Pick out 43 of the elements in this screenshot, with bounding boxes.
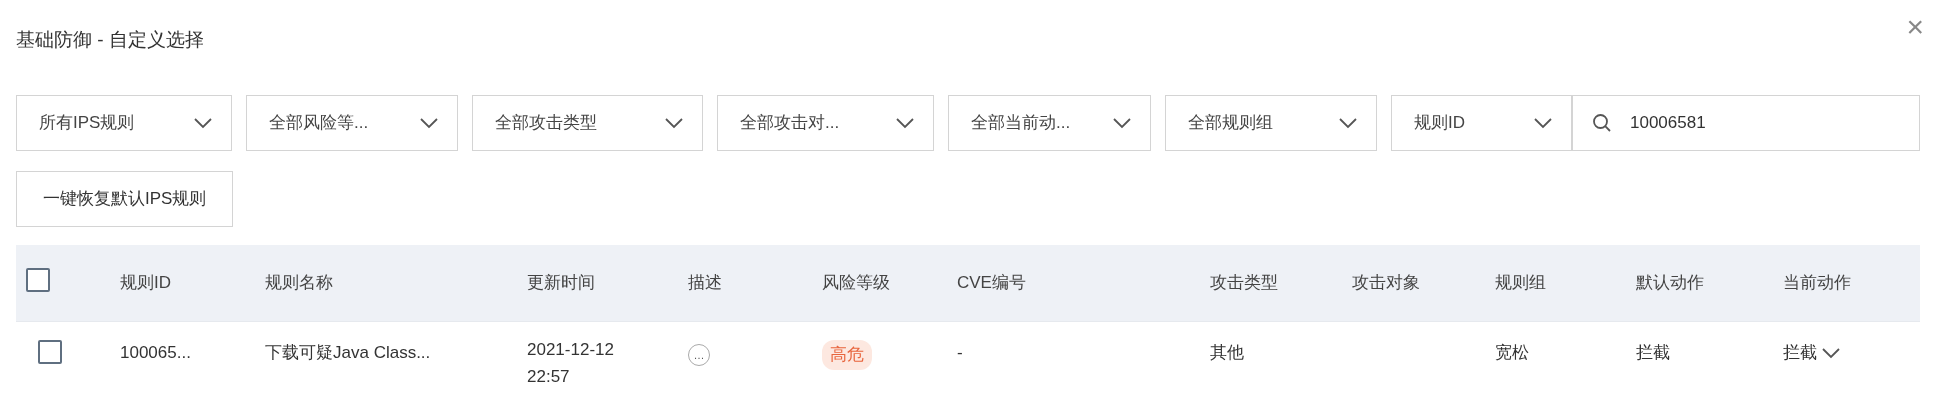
- filter-dropdown[interactable]: 全部规则组: [1165, 94, 1377, 151]
- row-checkbox[interactable]: [38, 340, 62, 364]
- chevron-down-icon: [1533, 116, 1553, 129]
- chevron-down-icon: [419, 116, 439, 129]
- column-header: 攻击对象: [1352, 273, 1420, 292]
- column-header: CVE编号: [957, 273, 1026, 292]
- select-all-checkbox[interactable]: [26, 268, 50, 292]
- table-cell: 100065...: [120, 343, 191, 362]
- filter-dropdown[interactable]: 全部攻击类型: [472, 94, 703, 151]
- restore-default-button[interactable]: 一键恢复默认IPS规则: [16, 170, 234, 227]
- chevron-down-icon: [664, 116, 684, 129]
- filter-dropdown[interactable]: 所有IPS规则: [16, 94, 232, 151]
- column-header: 规则名称: [265, 273, 333, 292]
- table-cell: 其他: [1210, 343, 1244, 362]
- column-header: 规则ID: [120, 273, 171, 292]
- chevron-down-icon: [193, 116, 213, 129]
- description-button[interactable]: …: [688, 344, 710, 366]
- chevron-down-icon: [1112, 116, 1132, 129]
- table-cell: 下载可疑Java Class...: [265, 343, 431, 362]
- filter-dropdown[interactable]: 全部攻击对...: [717, 94, 934, 151]
- chevron-down-icon: [1821, 346, 1841, 359]
- chevron-down-icon: [1338, 116, 1358, 129]
- column-header: 描述: [688, 273, 722, 292]
- action-dropdown[interactable]: 拦截: [1783, 340, 1841, 366]
- column-header: 默认动作: [1636, 273, 1704, 292]
- search-field[interactable]: 10006581: [1572, 94, 1920, 151]
- column-header: 攻击类型: [1210, 273, 1278, 292]
- filter-dropdown[interactable]: 全部风险等...: [246, 94, 458, 151]
- table-cell: 宽松: [1495, 343, 1529, 362]
- column-header: 当前动作: [1783, 273, 1851, 292]
- search-icon: [1592, 112, 1612, 133]
- close-button[interactable]: ×: [1906, 12, 1924, 42]
- risk-badge: 高危: [822, 340, 872, 370]
- table-cell-text: 2021-12-12 22:57: [527, 339, 615, 389]
- column-header: 规则组: [1495, 273, 1546, 292]
- chevron-down-icon: [895, 116, 915, 129]
- column-header: 更新时间: [527, 273, 595, 292]
- dialog-title: 基础防御 - 自定义选择: [16, 28, 204, 52]
- search-field-dropdown[interactable]: 规则ID: [1391, 94, 1572, 151]
- filter-dropdown[interactable]: 全部当前动...: [948, 94, 1151, 151]
- table-cell: 拦截: [1636, 343, 1670, 362]
- column-header: 风险等级: [822, 273, 890, 292]
- table-cell: -: [957, 343, 963, 362]
